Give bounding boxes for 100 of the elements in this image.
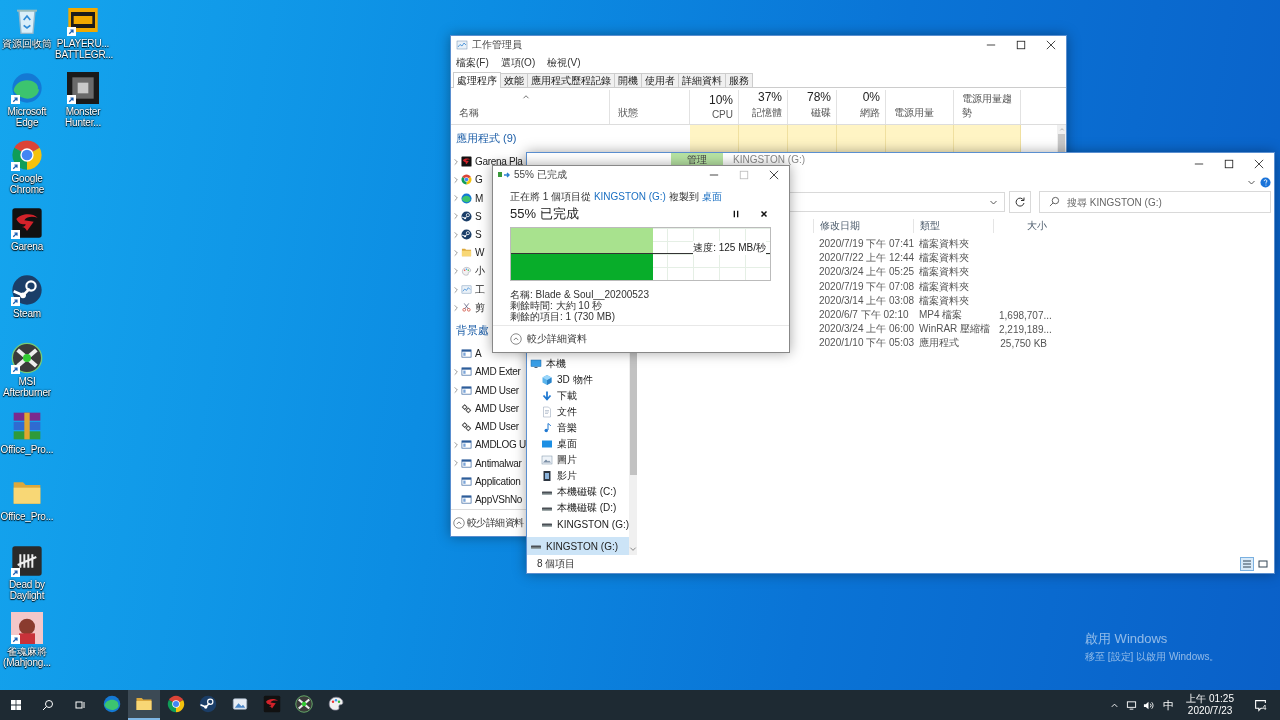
column-header[interactable]: 類型 [913, 219, 993, 233]
piston-logo-icon [461, 210, 472, 222]
browser-logo-icon[interactable] [11, 139, 43, 172]
app-window-icon [461, 366, 472, 378]
process-name[interactable]: 剪 [475, 300, 485, 315]
cancel-icon[interactable] [759, 209, 769, 219]
column-header[interactable]: 大小 [993, 219, 1051, 233]
nav-item[interactable]: 音樂 [527, 420, 630, 436]
chart-window-icon [456, 39, 468, 51]
piston-logo-icon[interactable] [11, 274, 43, 307]
emblem-logo-icon[interactable] [11, 206, 43, 239]
process-name[interactable]: M [475, 192, 484, 204]
tab[interactable]: 使用者 [641, 73, 679, 87]
menu-item[interactable]: 檔案(F) [456, 56, 489, 70]
tab[interactable]: 應用程式歷程記錄 [527, 73, 615, 87]
collapse-icon[interactable] [453, 517, 465, 529]
column-header[interactable]: 修改日期 [813, 219, 913, 233]
menu-item[interactable]: 選項(O) [500, 56, 536, 70]
gauge-logo-icon [295, 695, 313, 713]
column-header[interactable]: CPU [711, 109, 733, 120]
column-header[interactable]: 狀態 [618, 106, 684, 120]
taskbar-app-button[interactable] [128, 690, 160, 720]
link[interactable]: KINGSTON (G:) [593, 191, 666, 202]
emblem-logo-icon [263, 695, 281, 713]
column-header[interactable]: 網路 [860, 106, 880, 120]
process-name[interactable]: Antimalwar [475, 457, 522, 469]
game-art-picture[interactable] [11, 612, 43, 645]
type-cell-text: 檔案資料夾 [918, 265, 970, 280]
tiles-view-icon[interactable] [1256, 557, 1270, 571]
scrollbar-thumb[interactable] [629, 350, 637, 475]
nav-item[interactable]: 本機 [527, 356, 630, 372]
column-header[interactable]: 記憶體 [752, 106, 782, 120]
process-name[interactable]: AMDLOG U [475, 439, 526, 451]
usage-cell [837, 125, 886, 153]
speed-label: 速度: 125 MB/秒 [693, 241, 766, 255]
scroll-down-icon[interactable] [629, 545, 638, 553]
search-field[interactable]: 搜尋 KINGSTON (G:) [1039, 191, 1271, 213]
link[interactable]: 桌面 [701, 191, 722, 202]
column-header[interactable]: 磁碟 [811, 106, 831, 120]
gear-pair-icon [461, 421, 472, 433]
scrollbar[interactable] [1057, 125, 1066, 153]
process-name[interactable]: G [475, 174, 483, 186]
refresh-icon[interactable] [1009, 191, 1031, 213]
app-window-icon [461, 348, 472, 359]
process-name[interactable]: Application [475, 475, 521, 487]
process-name[interactable]: A [475, 348, 482, 359]
screen-icon [541, 438, 553, 450]
palette-icon [461, 265, 472, 277]
gauge-logo-icon[interactable] [11, 341, 43, 374]
nav-item[interactable]: 3D 物件 [527, 372, 630, 388]
nav-item[interactable]: 本機磁碟 (D:) [527, 500, 630, 516]
process-name[interactable]: AMD User [475, 421, 519, 433]
usage-cell [954, 125, 1021, 153]
nav-item[interactable]: KINGSTON (G:) [527, 516, 630, 532]
process-name[interactable]: AMD User [475, 402, 519, 414]
game-art-picture[interactable] [67, 71, 99, 104]
column-header[interactable]: 名稱 [459, 106, 604, 120]
nav-item[interactable]: 下載 [527, 388, 630, 404]
input-method-indicator[interactable]: 中 [1157, 697, 1181, 713]
app-window-icon [461, 494, 472, 506]
process-name[interactable]: AMD Exter [475, 366, 521, 378]
nav-item[interactable]: KINGSTON (G:) [527, 537, 630, 555]
tab[interactable]: 處理程序 [453, 72, 501, 88]
nav-item[interactable]: 桌面 [527, 436, 630, 452]
nav-item[interactable]: 文件 [527, 404, 630, 420]
nav-item[interactable]: 影片 [527, 468, 630, 484]
notification-icon[interactable] [1253, 698, 1267, 712]
menu-item[interactable]: 檢視(V) [547, 56, 581, 70]
size-cell-text: 2,219,189... [998, 323, 1051, 335]
tally-marks-icon[interactable] [11, 544, 43, 577]
app-window-icon [461, 439, 472, 451]
column-usage: 0% [862, 90, 880, 104]
nav-item[interactable]: 圖片 [527, 452, 630, 468]
process-name[interactable]: 小 [475, 264, 485, 279]
process-name[interactable]: 工 [475, 282, 485, 297]
tab[interactable]: 詳細資料 [678, 73, 726, 87]
tab[interactable]: 開機 [614, 73, 642, 87]
process-name[interactable]: Garena Pla [475, 156, 523, 168]
scrollbar-thumb[interactable] [1058, 134, 1065, 153]
collapse-icon[interactable] [510, 333, 522, 345]
clock-time[interactable]: 上午 01:25 [1186, 693, 1234, 705]
notification-count: 4 [1262, 702, 1267, 712]
browser-logo-icon[interactable] [11, 71, 43, 104]
process-name[interactable]: AMD User [475, 384, 519, 396]
help-icon[interactable] [1260, 176, 1271, 188]
details-view-icon[interactable] [1240, 557, 1254, 571]
fewer-details-link[interactable]: 較少詳細資料 [467, 516, 524, 530]
process-name[interactable]: AppVShNo [475, 494, 523, 506]
nav-item[interactable]: 本機磁碟 (C:) [527, 484, 630, 500]
column-header[interactable]: 電源用量 [894, 106, 948, 120]
date-cell-text: 2020/6/7 下午 02:10 [818, 308, 910, 323]
process-name[interactable]: S [475, 210, 482, 222]
process-name[interactable]: S [475, 229, 482, 241]
process-name[interactable]: W [475, 247, 485, 259]
tab[interactable]: 服務 [725, 73, 753, 87]
tab[interactable]: 效能 [500, 73, 528, 87]
pause-icon[interactable] [731, 209, 741, 219]
fewer-details-link[interactable]: 較少詳細資料 [527, 332, 587, 346]
column-header[interactable]: 電源用量趨勢 [962, 92, 1015, 120]
clock-date[interactable]: 2020/7/23 [1187, 705, 1233, 717]
